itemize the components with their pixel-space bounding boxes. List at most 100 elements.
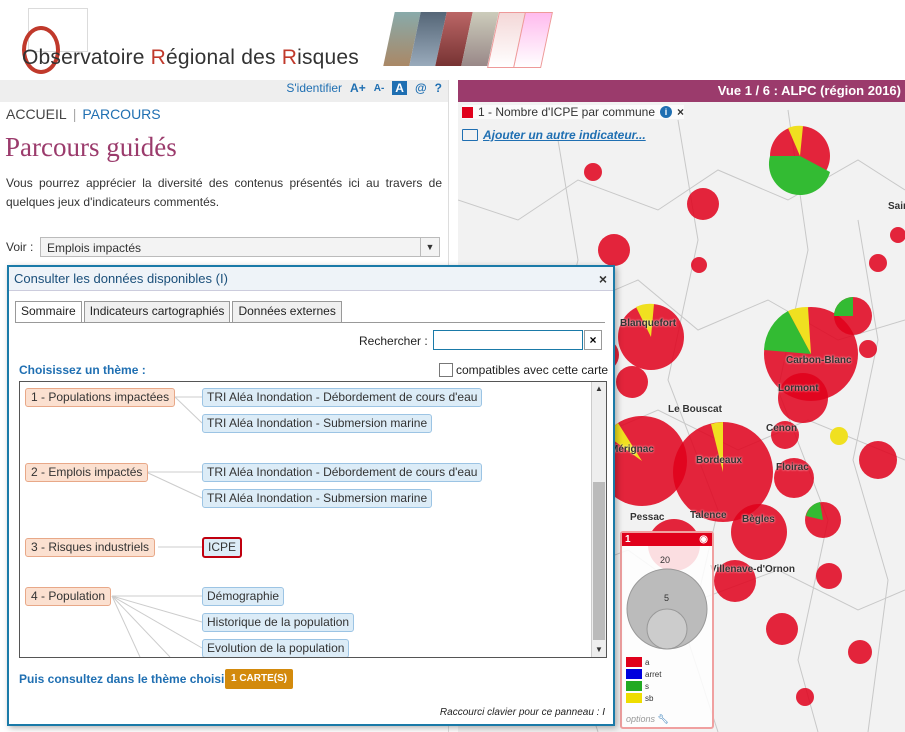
city-label: Cenon bbox=[766, 423, 798, 434]
breadcrumb-current[interactable]: PARCOURS bbox=[82, 106, 160, 122]
city-label: Floirac bbox=[776, 462, 809, 473]
map-bubble bbox=[859, 340, 877, 358]
indicator-item[interactable]: Evolution de la population bbox=[202, 639, 350, 657]
legend-item: sb bbox=[626, 693, 653, 703]
map-bubble bbox=[691, 257, 707, 273]
map-bubble bbox=[848, 640, 872, 664]
compatible-checkbox[interactable] bbox=[439, 363, 453, 377]
legend-item: s bbox=[626, 681, 649, 691]
header: Observatoire Régional des Risques bbox=[0, 0, 905, 80]
tab-sommaire[interactable]: Sommaire bbox=[15, 301, 82, 323]
map-bubble bbox=[778, 373, 828, 423]
scroll-thumb[interactable] bbox=[593, 482, 605, 640]
add-indicator-label: Ajouter un autre indicateur... bbox=[483, 128, 646, 142]
city-label: Blanquefort bbox=[620, 318, 677, 329]
theme-item[interactable]: 4 - Population bbox=[25, 587, 112, 606]
city-label: Saint bbox=[888, 201, 905, 212]
tab-donnees-externes[interactable]: Données externes bbox=[232, 301, 342, 323]
choose-theme-label: Choisissez un thème : bbox=[19, 363, 146, 377]
city-label: Villenave-d'Ornon bbox=[710, 564, 795, 575]
map-bubble bbox=[584, 163, 602, 181]
map-legend[interactable]: 1 ◉ 20 5 a arret s sb options 🔧︎ bbox=[620, 531, 714, 729]
city-label: Bordeaux bbox=[696, 455, 743, 466]
indicator-item[interactable]: Démographie bbox=[202, 587, 285, 606]
add-indicator-link[interactable]: Ajouter un autre indicateur... bbox=[462, 128, 646, 142]
shortcut-hint: Raccourci clavier pour ce panneau : I bbox=[439, 707, 605, 718]
indicator-item[interactable]: TRI Aléa Inondation - Débordement de cou… bbox=[202, 388, 483, 407]
tree-scrollbar[interactable]: ▲ ▼ bbox=[591, 382, 606, 657]
indicator-item-selected[interactable]: ICPE bbox=[202, 537, 243, 558]
login-link[interactable]: S'identifier bbox=[286, 81, 342, 95]
map-bubble bbox=[796, 688, 814, 706]
voir-select[interactable]: Emplois impactés ▼ bbox=[40, 237, 440, 257]
map-bubble-slice bbox=[834, 297, 853, 316]
indicator-row[interactable]: 1 - Nombre d'ICPE par commune i × bbox=[462, 105, 685, 119]
legend-item: arret bbox=[626, 669, 661, 679]
theme-item[interactable]: 1 - Populations impactées bbox=[25, 388, 176, 407]
carte-button[interactable]: 1 CARTE(S) bbox=[225, 669, 294, 689]
scroll-up-icon[interactable]: ▲ bbox=[592, 382, 606, 396]
map-bubble bbox=[598, 234, 630, 266]
page-description: Vous pourrez apprécier la diversité des … bbox=[6, 176, 442, 209]
city-label: Mérignac bbox=[610, 444, 654, 455]
toolbar: S'identifier A+ A- A @ ? bbox=[0, 80, 448, 102]
font-decrease-button[interactable]: A- bbox=[374, 83, 385, 94]
compatible-label: compatibles avec cette carte bbox=[456, 363, 609, 377]
map-bubble bbox=[890, 227, 905, 243]
info-icon[interactable]: i bbox=[660, 106, 673, 118]
city-label: Lormont bbox=[778, 383, 819, 394]
map-bubble bbox=[816, 563, 842, 589]
search-label: Rechercher : bbox=[359, 334, 428, 348]
city-label: Le Bouscat bbox=[668, 404, 722, 415]
indicator-item[interactable]: TRI Aléa Inondation - Submersion marine bbox=[202, 414, 433, 433]
indicator-item[interactable]: TRI Aléa Inondation - Submersion marine bbox=[202, 489, 433, 508]
map-bubble bbox=[687, 188, 719, 220]
dialog-close-button[interactable]: × bbox=[599, 267, 607, 291]
city-label: Talence bbox=[690, 510, 727, 521]
data-dialog: Consulter les données disponibles (I) × … bbox=[7, 265, 615, 726]
breadcrumb-home[interactable]: ACCUEIL bbox=[6, 106, 67, 122]
search-input[interactable] bbox=[433, 330, 583, 350]
legend-header: 1 ◉ bbox=[622, 533, 712, 546]
eye-icon[interactable]: ◉ bbox=[699, 533, 708, 546]
header-banner bbox=[383, 12, 560, 68]
legend-mid-value: 5 bbox=[664, 593, 670, 603]
map-bubble bbox=[859, 441, 897, 479]
voir-label: Voir : bbox=[6, 240, 34, 254]
indicator-item[interactable]: TRI Aléa Inondation - Débordement de cou… bbox=[202, 463, 483, 482]
scroll-down-icon[interactable]: ▼ bbox=[592, 643, 606, 657]
close-icon[interactable]: × bbox=[677, 105, 684, 119]
search-clear-button[interactable]: × bbox=[584, 330, 602, 350]
map-view-title: Vue 1 / 6 : ALPC (région 2016) bbox=[458, 80, 905, 102]
site-logo[interactable]: Observatoire Régional des Risques bbox=[22, 46, 359, 70]
legend-max-value: 20 bbox=[660, 555, 671, 565]
help-button[interactable]: ? bbox=[435, 81, 442, 95]
consult-label: Puis consultez dans le thème choisi : bbox=[19, 672, 232, 686]
theme-item[interactable]: 2 - Emplois impactés bbox=[25, 463, 149, 482]
contact-button[interactable]: @ bbox=[415, 81, 427, 95]
chevron-down-icon[interactable]: ▼ bbox=[420, 238, 439, 256]
font-increase-button[interactable]: A+ bbox=[350, 81, 366, 95]
map-bubble bbox=[869, 254, 887, 272]
dialog-tabs: Sommaire Indicateurs cartographiés Donné… bbox=[15, 301, 342, 323]
map-bubble bbox=[731, 504, 787, 560]
city-label: Bègles bbox=[742, 514, 775, 525]
legend-options-link[interactable]: options 🔧︎ bbox=[626, 714, 669, 725]
tab-indicateurs[interactable]: Indicateurs cartographiés bbox=[83, 301, 231, 323]
page-title: Parcours guidés bbox=[5, 132, 177, 162]
map-bubble bbox=[766, 613, 798, 645]
contrast-button[interactable]: A bbox=[392, 81, 407, 95]
wrench-icon[interactable]: 🔧︎ bbox=[658, 714, 669, 724]
city-label: Pessac bbox=[630, 512, 665, 523]
breadcrumb: ACCUEIL | PARCOURS bbox=[6, 106, 161, 122]
folder-icon bbox=[462, 129, 478, 141]
dialog-title: Consulter les données disponibles (I) × bbox=[9, 267, 613, 291]
indicator-label[interactable]: 1 - Nombre d'ICPE par commune bbox=[478, 105, 655, 119]
map-bubble bbox=[616, 366, 648, 398]
indicator-color-swatch bbox=[462, 106, 473, 118]
map-bubble bbox=[830, 427, 848, 445]
theme-item[interactable]: 3 - Risques industriels bbox=[25, 538, 156, 557]
city-label: Carbon-Blanc bbox=[786, 355, 852, 366]
voir-select-value: Emplois impactés bbox=[47, 241, 142, 255]
indicator-item[interactable]: Historique de la population bbox=[202, 613, 355, 632]
